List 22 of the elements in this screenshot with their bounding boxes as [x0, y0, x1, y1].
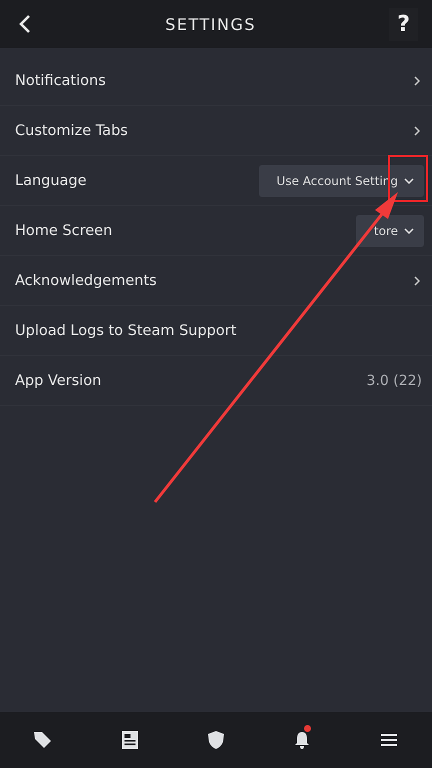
chevron-right-icon: [414, 276, 420, 286]
setting-label: Acknowledgements: [15, 272, 157, 288]
page-title: SETTINGS: [165, 14, 256, 34]
setting-label: Notifications: [15, 72, 106, 88]
chevron-right-icon: [414, 76, 420, 86]
back-icon[interactable]: [18, 14, 32, 34]
chevron-right-icon: [414, 126, 420, 136]
dropdown[interactable]: tore: [356, 214, 424, 246]
settings-row[interactable]: Upload Logs to Steam Support: [0, 306, 432, 356]
settings-row[interactable]: Notifications: [0, 56, 432, 106]
chevron-down-icon: [404, 178, 414, 184]
help-button[interactable]: ?: [389, 8, 418, 40]
setting-label: Language: [15, 172, 87, 188]
settings-row[interactable]: Customize Tabs: [0, 106, 432, 156]
version-value: 3.0 (22): [366, 372, 422, 388]
setting-label: Home Screen: [15, 222, 112, 238]
setting-label: App Version: [15, 372, 102, 388]
setting-label: Customize Tabs: [15, 122, 128, 138]
settings-row[interactable]: Home Screen tore: [0, 206, 432, 256]
chevron-down-icon: [404, 228, 414, 234]
setting-label: Upload Logs to Steam Support: [15, 322, 236, 338]
settings-row[interactable]: Acknowledgements: [0, 256, 432, 306]
